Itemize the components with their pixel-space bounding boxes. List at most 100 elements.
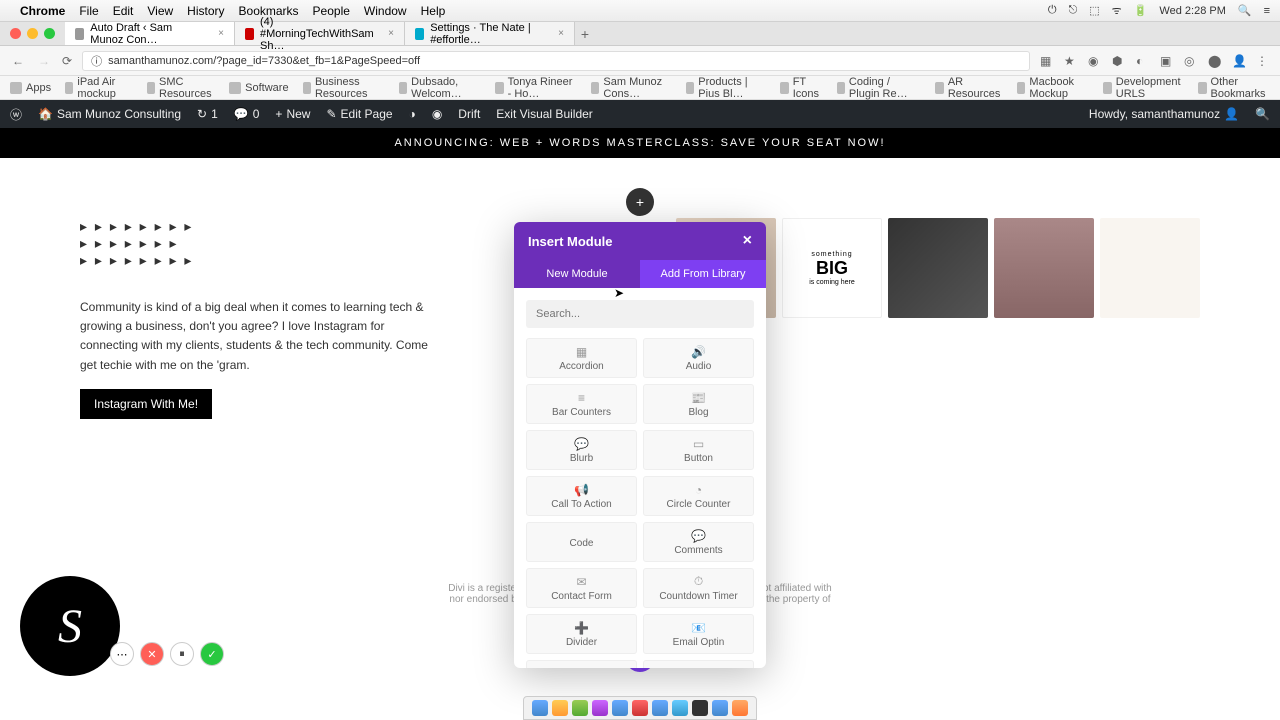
- wp-plugin-icon[interactable]: ◑: [409, 107, 416, 121]
- wp-howdy[interactable]: Howdy, samanthamunoz 👤: [1089, 107, 1239, 121]
- app-name[interactable]: Chrome: [20, 4, 65, 18]
- window-minimize[interactable]: [27, 28, 38, 39]
- spotlight-icon[interactable]: 🔍: [1238, 4, 1252, 17]
- tab-close-icon[interactable]: ×: [218, 28, 224, 39]
- dock-app-icon[interactable]: [712, 700, 728, 716]
- rec-pause-button[interactable]: ⏸: [170, 642, 194, 666]
- wifi-icon[interactable]: ᯤ: [1112, 3, 1122, 18]
- dock-app-icon[interactable]: [552, 700, 568, 716]
- browser-tab[interactable]: Auto Draft ‹ Sam Munoz Con…×: [65, 22, 235, 45]
- dock-app-icon[interactable]: [532, 700, 548, 716]
- dock-app-icon[interactable]: [612, 700, 628, 716]
- module-divider[interactable]: ➕Divider: [526, 614, 637, 654]
- rec-confirm-button[interactable]: ✓: [200, 642, 224, 666]
- reload-button[interactable]: ⟳: [62, 54, 72, 68]
- tab-new-module[interactable]: New Module: [514, 260, 640, 288]
- module-bar-counters[interactable]: ≡Bar Counters: [526, 384, 637, 424]
- bookmark-item[interactable]: AR Resources: [935, 76, 1004, 100]
- close-icon[interactable]: ×: [743, 232, 752, 250]
- module-filterable-portfolio[interactable]: ▦Filterable Portfolio: [526, 660, 637, 668]
- wp-edit-page[interactable]: ✎ Edit Page: [326, 107, 392, 121]
- dock-app-icon[interactable]: [672, 700, 688, 716]
- bookmark-item[interactable]: Products | Pius Bl…: [686, 76, 766, 100]
- bookmark-item[interactable]: Business Resources: [303, 76, 385, 100]
- tab-close-icon[interactable]: ×: [558, 28, 564, 39]
- menu-help[interactable]: Help: [421, 4, 446, 18]
- status-icon[interactable]: ⬚: [1089, 4, 1099, 17]
- module-code[interactable]: Code: [526, 522, 637, 562]
- rec-button[interactable]: ⋯: [110, 642, 134, 666]
- module-comments[interactable]: 💬Comments: [643, 522, 754, 562]
- forward-button[interactable]: →: [36, 54, 52, 68]
- menu-edit[interactable]: Edit: [113, 4, 134, 18]
- menu-history[interactable]: History: [187, 4, 224, 18]
- module-blurb[interactable]: 💬Blurb: [526, 430, 637, 470]
- dock-app-icon[interactable]: [572, 700, 588, 716]
- url-input[interactable]: ⓘsamanthamunoz.com/?page_id=7330&et_fb=1…: [82, 51, 1030, 71]
- extension-icon[interactable]: ◉: [1088, 54, 1102, 68]
- battery-icon[interactable]: 🔋: [1134, 4, 1148, 17]
- extension-icon[interactable]: ⬤: [1208, 54, 1222, 68]
- wp-drift[interactable]: Drift: [458, 107, 480, 121]
- window-zoom[interactable]: [44, 28, 55, 39]
- extension-icon[interactable]: ⬢: [1112, 54, 1126, 68]
- browser-tab[interactable]: (4) #MorningTechWithSam Sh…×: [235, 22, 405, 45]
- menu-file[interactable]: File: [79, 4, 98, 18]
- tab-add-from-library[interactable]: Add From Library: [640, 260, 766, 288]
- bookmark-item[interactable]: Dubsado, Welcom…: [399, 76, 481, 100]
- add-module-handle[interactable]: +: [626, 188, 654, 216]
- dock-app-icon[interactable]: [632, 700, 648, 716]
- clock[interactable]: Wed 2:28 PM: [1159, 5, 1225, 17]
- module-button[interactable]: ▭Button: [643, 430, 754, 470]
- extension-icon[interactable]: ◐: [1136, 54, 1150, 68]
- extension-icon[interactable]: ▦: [1040, 54, 1054, 68]
- module-search-input[interactable]: [526, 300, 754, 328]
- dock-app-icon[interactable]: [732, 700, 748, 716]
- module-email-optin[interactable]: 📧Email Optin: [643, 614, 754, 654]
- avatar-icon[interactable]: 👤: [1232, 54, 1246, 68]
- extension-icon[interactable]: ▣: [1160, 54, 1174, 68]
- wp-logo-icon[interactable]: ⓦ: [10, 106, 22, 123]
- announcement-bar[interactable]: ANNOUNCING: WEB + WORDS MASTERCLASS: SAV…: [0, 128, 1280, 158]
- menu-view[interactable]: View: [147, 4, 173, 18]
- bookmark-item[interactable]: iPad Air mockup: [65, 76, 133, 100]
- bookmark-item[interactable]: Development URLS: [1103, 76, 1184, 100]
- extension-icon[interactable]: ◎: [1184, 54, 1198, 68]
- tab-close-icon[interactable]: ×: [388, 28, 394, 39]
- wp-search-icon[interactable]: 🔍: [1255, 107, 1270, 121]
- window-close[interactable]: [10, 28, 21, 39]
- bookmark-item[interactable]: Other Bookmarks: [1198, 76, 1270, 100]
- wp-site-name[interactable]: 🏠 Sam Munoz Consulting: [38, 107, 181, 121]
- bookmark-item[interactable]: FT Icons: [780, 76, 822, 100]
- bookmark-item[interactable]: Sam Munoz Cons…: [591, 76, 672, 100]
- status-icon[interactable]: ⎋: [1069, 4, 1078, 17]
- module-blog[interactable]: 📰Blog: [643, 384, 754, 424]
- module-gallery[interactable]: ▦Gallery: [643, 660, 754, 668]
- bookmark-item[interactable]: Macbook Mockup: [1017, 76, 1089, 100]
- module-contact-form[interactable]: ✉Contact Form: [526, 568, 637, 608]
- module-countdown-timer[interactable]: ⏱Countdown Timer: [643, 568, 754, 608]
- menu-icon[interactable]: ⋮: [1256, 54, 1270, 68]
- wp-exit-builder[interactable]: Exit Visual Builder: [496, 107, 593, 121]
- wp-updates[interactable]: ↻ 1: [197, 107, 218, 121]
- extension-icon[interactable]: ★: [1064, 54, 1078, 68]
- browser-tab[interactable]: Settings · The Nate | #effortle…×: [405, 22, 575, 45]
- wp-comments[interactable]: 💬 0: [234, 107, 260, 121]
- bookmark-item[interactable]: Software: [229, 82, 288, 94]
- new-tab-button[interactable]: +: [575, 26, 595, 42]
- instagram-button[interactable]: Instagram With Me!: [80, 389, 212, 419]
- bookmark-item[interactable]: Coding / Plugin Re…: [837, 76, 921, 100]
- dock-app-icon[interactable]: [692, 700, 708, 716]
- wp-plugin-icon[interactable]: ◉: [432, 107, 442, 121]
- status-icon[interactable]: ⏻: [1048, 4, 1057, 17]
- wp-new[interactable]: + New: [275, 107, 310, 121]
- notification-center-icon[interactable]: ≡: [1264, 5, 1270, 17]
- rec-stop-button[interactable]: ✕: [140, 642, 164, 666]
- dock-app-icon[interactable]: [652, 700, 668, 716]
- bookmark-item[interactable]: SMC Resources: [147, 76, 216, 100]
- bookmark-item[interactable]: Apps: [10, 82, 51, 94]
- module-accordion[interactable]: ▦Accordion: [526, 338, 637, 378]
- dock-app-icon[interactable]: [592, 700, 608, 716]
- bookmark-item[interactable]: Tonya Rineer - Ho…: [495, 76, 577, 100]
- module-audio[interactable]: 🔊Audio: [643, 338, 754, 378]
